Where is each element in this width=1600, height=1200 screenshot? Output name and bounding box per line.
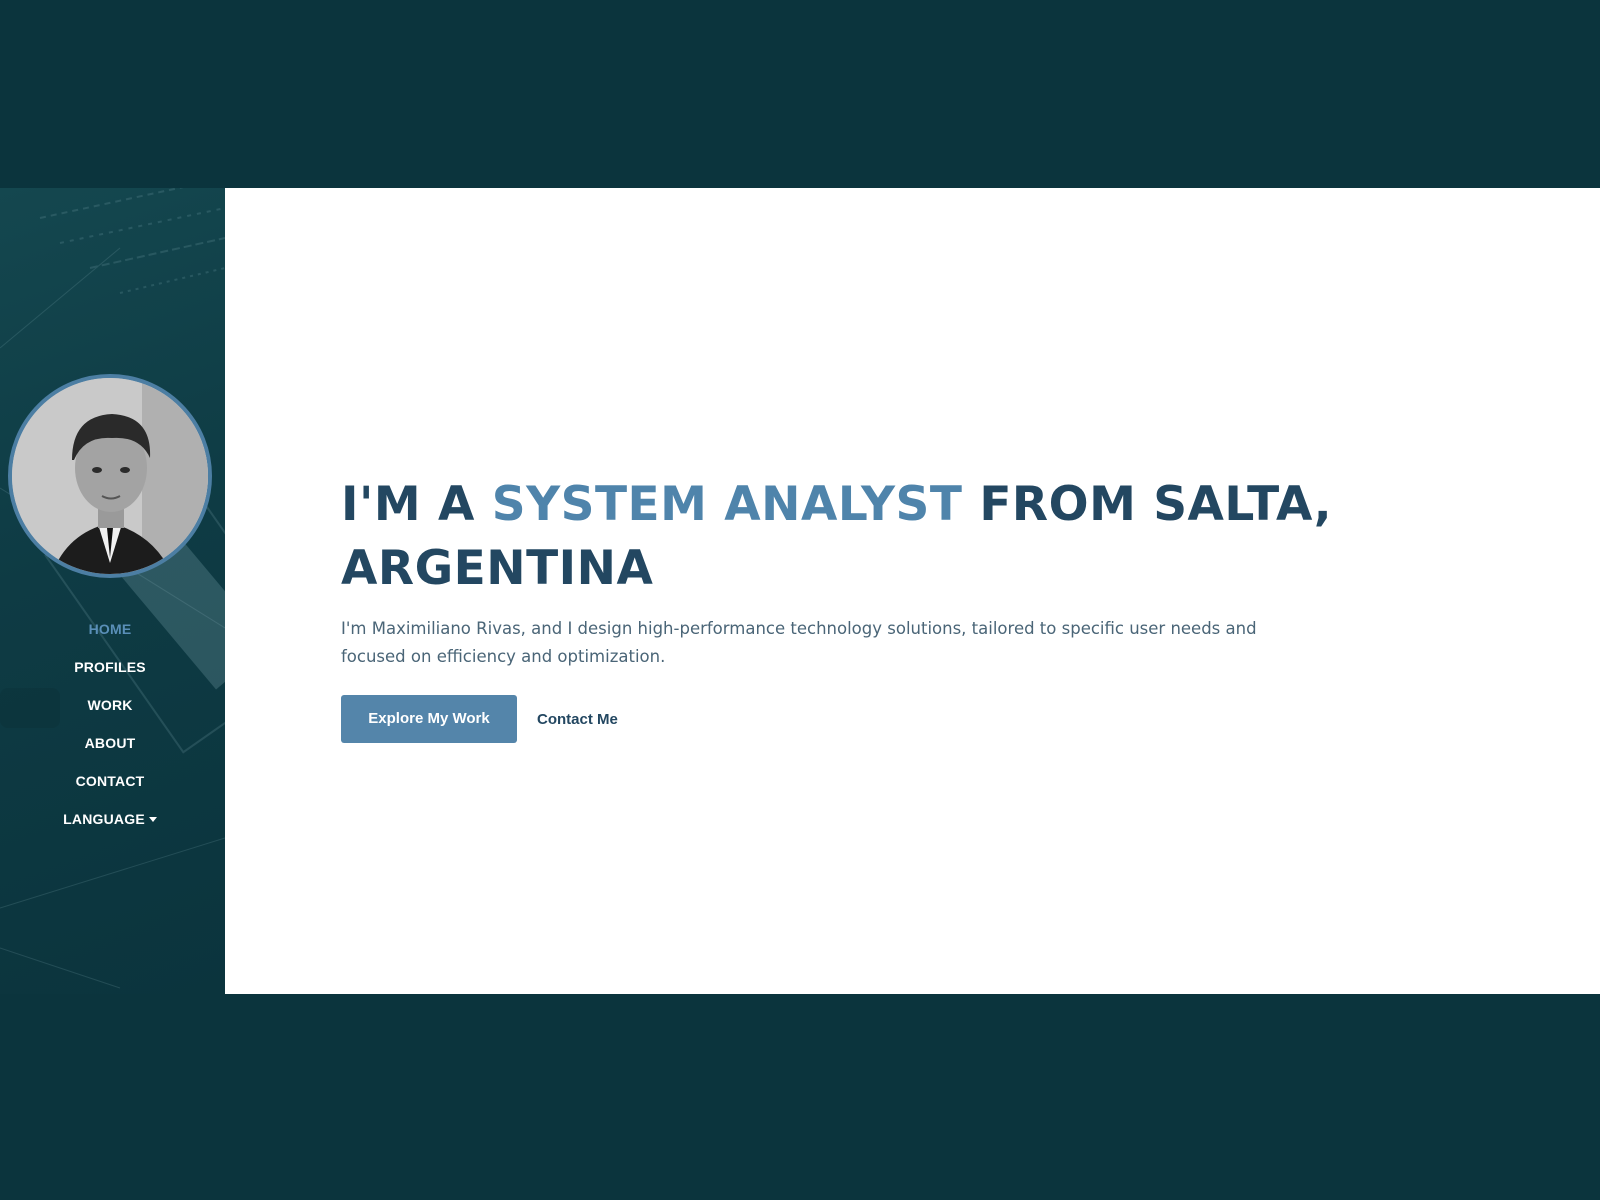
main-content: I'M A SYSTEM ANALYST FROM SALTA, ARGENTI… bbox=[225, 188, 1600, 994]
avatar bbox=[8, 374, 212, 578]
nav-item-language[interactable]: LANGUAGE bbox=[0, 800, 220, 838]
sidebar: HOME PROFILES WORK ABOUT CONTACT LANGUAG… bbox=[0, 188, 225, 994]
hero-section: I'M A SYSTEM ANALYST FROM SALTA, ARGENTI… bbox=[341, 473, 1341, 743]
nav-item-language-label: LANGUAGE bbox=[63, 811, 145, 827]
nav-item-work[interactable]: WORK bbox=[0, 686, 220, 724]
caret-down-icon bbox=[148, 816, 157, 822]
nav-item-home[interactable]: HOME bbox=[0, 610, 220, 648]
nav-item-about[interactable]: ABOUT bbox=[0, 724, 220, 762]
heading-accent: SYSTEM ANALYST bbox=[491, 477, 963, 532]
sidebar-background-image bbox=[0, 188, 225, 989]
hero-heading: I'M A SYSTEM ANALYST FROM SALTA, ARGENTI… bbox=[341, 473, 1341, 601]
profile-photo-icon bbox=[12, 378, 208, 574]
page-frame: HOME PROFILES WORK ABOUT CONTACT LANGUAG… bbox=[0, 188, 1600, 994]
hero-actions: Explore My Work Contact Me bbox=[341, 695, 1341, 743]
explore-my-work-button[interactable]: Explore My Work bbox=[341, 695, 517, 743]
main-nav: HOME PROFILES WORK ABOUT CONTACT LANGUAG… bbox=[0, 610, 220, 838]
hero-description: I'm Maximiliano Rivas, and I design high… bbox=[341, 619, 1257, 666]
nav-item-contact[interactable]: CONTACT bbox=[0, 762, 220, 800]
heading-prefix: I'M A bbox=[341, 477, 492, 532]
nav-item-profiles[interactable]: PROFILES bbox=[0, 648, 220, 686]
contact-me-link[interactable]: Contact Me bbox=[537, 711, 618, 728]
